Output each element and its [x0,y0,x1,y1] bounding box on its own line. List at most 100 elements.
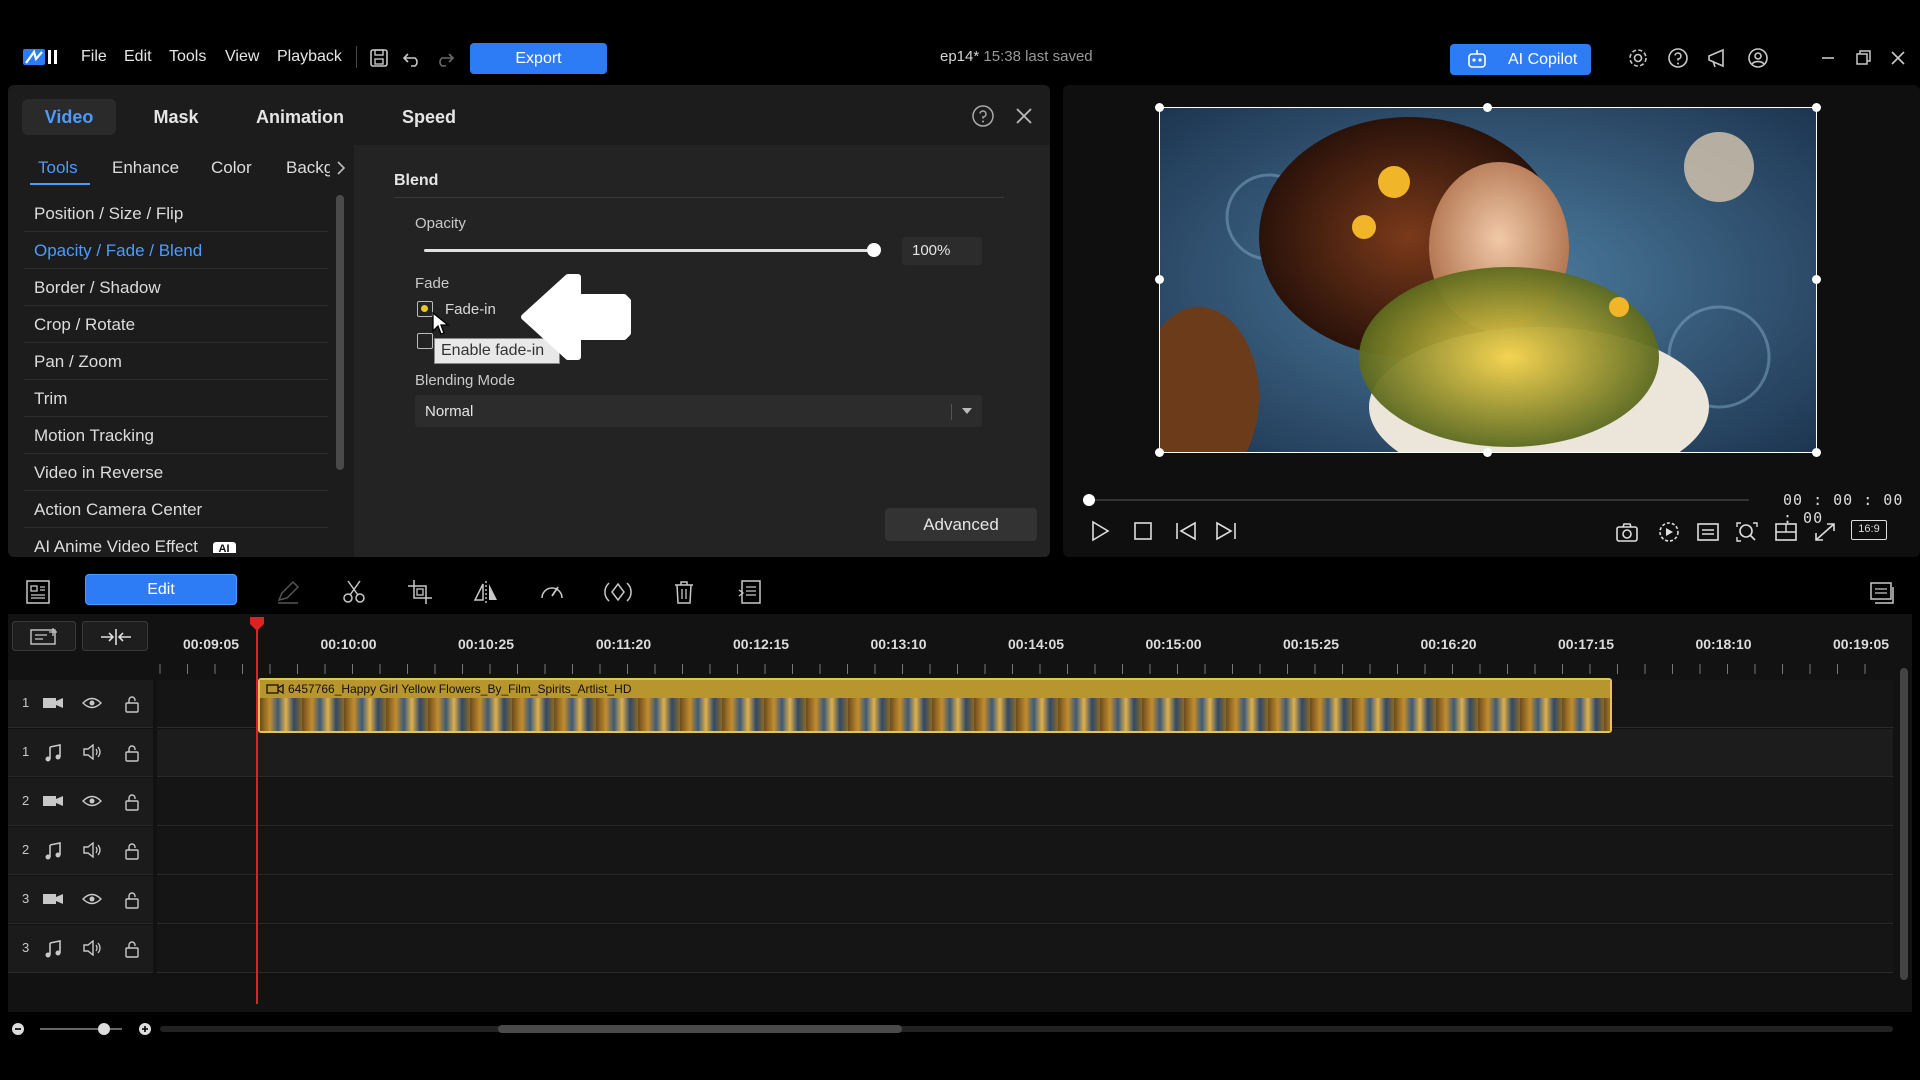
video-track-icon[interactable] [42,793,64,809]
more-tools-icon[interactable] [736,578,764,606]
minimize-icon[interactable] [1815,45,1841,71]
crop-icon[interactable] [406,578,434,606]
ai-copilot-button[interactable]: AI Copilot [1450,44,1591,75]
preview-scrubber[interactable] [1089,499,1749,501]
tool-opacity-fade-blend[interactable]: Opacity / Fade / Blend [24,232,328,269]
menu-file[interactable]: File [81,48,107,66]
scissors-icon[interactable] [340,578,368,606]
track-row[interactable] [157,876,1893,924]
resize-handle-tc[interactable] [1483,103,1492,112]
eye-icon[interactable] [81,891,103,907]
tool-action-camera-center[interactable]: Action Camera Center [24,491,328,528]
undo-icon[interactable] [399,45,425,71]
render-preview-icon[interactable] [1656,520,1682,544]
settings-icon[interactable] [1625,45,1651,71]
panel-close-icon[interactable] [1011,103,1037,129]
subtab-tools[interactable]: Tools [38,158,78,178]
resize-handle-tl[interactable] [1155,103,1164,112]
lock-icon[interactable] [123,695,141,713]
opacity-slider-knob[interactable] [867,243,881,257]
fit-timeline-button[interactable] [82,621,148,651]
media-library-icon[interactable] [24,578,52,606]
menu-playback[interactable]: Playback [277,48,342,66]
speaker-icon[interactable] [81,940,103,956]
tab-speed[interactable]: Speed [388,99,470,135]
keyframe-icon[interactable] [604,578,632,606]
tool-motion-tracking[interactable]: Motion Tracking [24,417,328,454]
subtab-background[interactable]: Backg [286,158,330,178]
menu-edit[interactable]: Edit [124,48,152,66]
chevron-right-icon[interactable] [335,159,347,177]
tab-mask[interactable]: Mask [136,99,216,135]
close-window-icon[interactable] [1885,45,1911,71]
video-clip[interactable]: 6457766_Happy Girl Yellow Flowers_By_Fil… [258,678,1612,733]
zoom-slider-knob[interactable] [98,1023,110,1035]
tab-animation[interactable]: Animation [240,99,360,135]
eye-icon[interactable] [81,793,103,809]
lock-icon[interactable] [123,842,141,860]
tool-video-in-reverse[interactable]: Video in Reverse [24,454,328,491]
lock-icon[interactable] [123,744,141,762]
subtab-color[interactable]: Color [211,158,252,178]
aspect-ratio-button[interactable]: 16:9 [1851,520,1887,540]
tool-crop-rotate[interactable]: Crop / Rotate [24,306,328,343]
resize-handle-ml[interactable] [1155,275,1164,284]
speed-icon[interactable] [538,578,566,606]
tool-pan-zoom[interactable]: Pan / Zoom [24,343,328,380]
subtab-enhance[interactable]: Enhance [112,158,179,178]
track-row[interactable] [157,925,1893,973]
lock-icon[interactable] [123,940,141,958]
opacity-value-field[interactable]: 100% [902,237,982,265]
audio-track-icon[interactable] [42,940,64,958]
track-row[interactable] [157,778,1893,826]
megaphone-icon[interactable] [1705,45,1731,71]
snapshot-icon[interactable] [1614,520,1640,544]
export-button[interactable]: Export [470,43,607,74]
zoom-preview-icon[interactable] [1734,520,1760,544]
blending-mode-select[interactable]: Normal [415,395,982,427]
resize-handle-br[interactable] [1812,448,1821,457]
timeline-ruler[interactable]: 00:09:05 00:10:00 00:10:25 00:11:20 00:12:15… [150,622,1900,674]
panel-help-icon[interactable] [970,103,996,129]
subtitle-icon[interactable] [1695,520,1721,544]
next-frame-icon[interactable] [1213,519,1239,543]
pen-icon[interactable] [274,578,302,606]
restore-icon[interactable] [1850,45,1876,71]
eye-icon[interactable] [81,695,103,711]
edit-button[interactable]: Edit [85,574,237,605]
play-icon[interactable] [1088,519,1112,543]
delete-icon[interactable] [670,578,698,606]
video-track-icon[interactable] [42,891,64,907]
timeline-layout-icon[interactable] [1868,578,1896,606]
zoom-in-icon[interactable] [138,1022,152,1036]
tool-list-scrollbar[interactable] [336,195,344,470]
resize-handle-bl[interactable] [1155,448,1164,457]
add-track-button[interactable] [12,621,76,651]
advanced-button[interactable]: Advanced [885,508,1037,541]
save-icon[interactable] [366,45,392,71]
audio-track-icon[interactable] [42,744,64,762]
video-track-icon[interactable] [42,695,64,711]
menu-view[interactable]: View [225,48,259,66]
tool-trim[interactable]: Trim [24,380,328,417]
speaker-icon[interactable] [81,842,103,858]
tool-position-size-flip[interactable]: Position / Size / Flip [24,195,328,232]
track-row[interactable] [157,827,1893,875]
speaker-icon[interactable] [81,744,103,760]
timeline-horizontal-scrolltrack[interactable] [160,1026,1893,1032]
resize-handle-bc[interactable] [1483,448,1492,457]
layout-icon[interactable] [1773,520,1799,544]
opacity-slider-track[interactable] [424,249,874,252]
help-icon[interactable] [1665,45,1691,71]
tool-border-shadow[interactable]: Border / Shadow [24,269,328,306]
previous-frame-icon[interactable] [1173,519,1199,543]
timeline-horizontal-scrollbar[interactable] [498,1025,902,1033]
preview-scrubber-knob[interactable] [1083,494,1095,506]
resize-handle-mr[interactable] [1812,275,1821,284]
lock-icon[interactable] [123,891,141,909]
track-row[interactable] [157,729,1893,777]
stop-icon[interactable] [1131,519,1155,543]
tab-video[interactable]: Video [22,99,116,135]
redo-icon[interactable] [432,45,458,71]
flip-icon[interactable] [472,578,500,606]
